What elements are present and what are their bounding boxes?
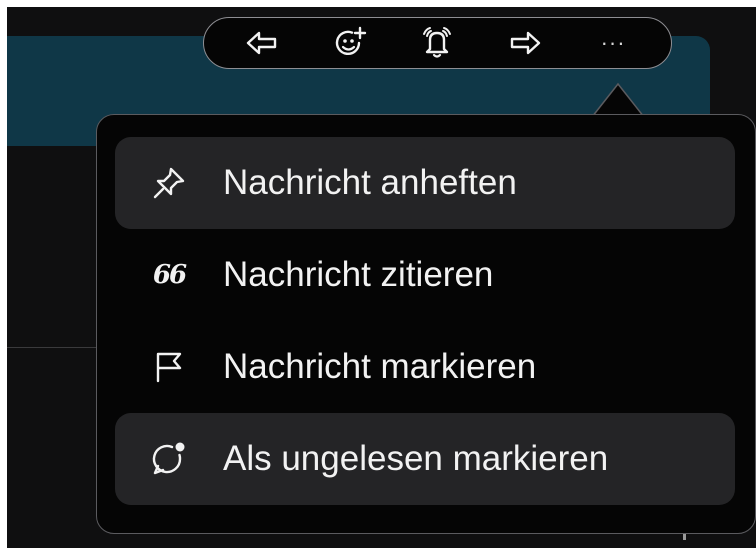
menu-item-mark-unread[interactable]: Als ungelesen markieren [115, 413, 735, 505]
menu-item-label: Nachricht markieren [223, 347, 537, 386]
quote-icon: 66 [152, 260, 187, 290]
flag-icon [149, 347, 189, 387]
more-horizontal-icon: ··· [600, 30, 626, 55]
menu-item-pin[interactable]: Nachricht anheften [115, 137, 735, 229]
add-reaction-button[interactable] [326, 23, 374, 63]
menu-item-label: Nachricht anheften [223, 163, 517, 202]
notify-button[interactable] [413, 23, 461, 63]
menu-pointer [592, 82, 652, 118]
add-emoji-icon [335, 26, 366, 55]
bell-icon [423, 27, 452, 58]
pin-icon [149, 163, 189, 203]
menu-item-quote[interactable]: 66 Nachricht zitieren [115, 229, 735, 321]
unread-bubble-icon [149, 439, 189, 479]
reply-button[interactable] [238, 23, 286, 63]
forward-button[interactable] [501, 23, 549, 63]
menu-item-flag[interactable]: Nachricht markieren [115, 321, 735, 413]
menu-item-label: Nachricht zitieren [223, 255, 494, 294]
more-button[interactable]: ··· [589, 23, 637, 63]
message-action-toolbar: ··· [203, 17, 672, 69]
reply-arrow-icon [246, 31, 277, 55]
forward-arrow-icon [511, 31, 541, 55]
menu-item-label: Als ungelesen markieren [223, 439, 609, 478]
message-context-menu: Nachricht anheften 66 Nachricht zitieren… [96, 114, 756, 534]
